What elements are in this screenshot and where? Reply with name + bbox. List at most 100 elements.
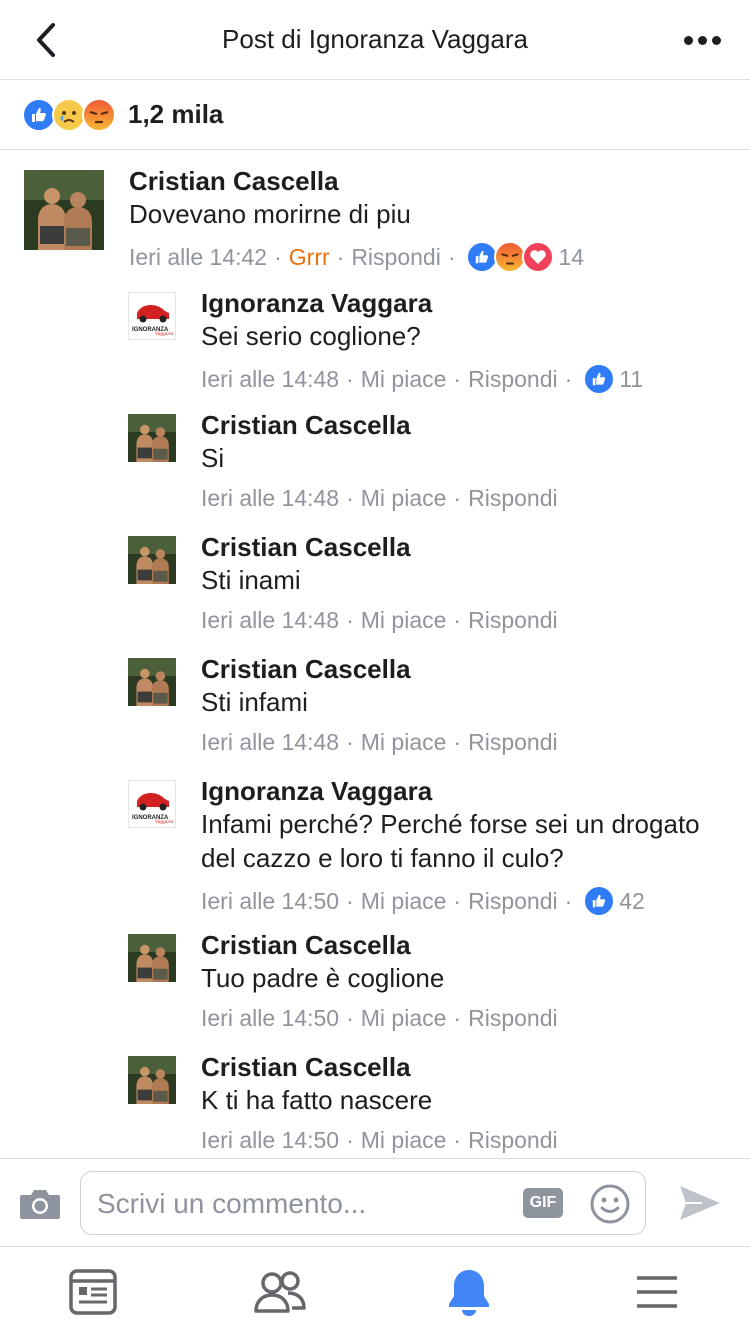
comment-author[interactable]: Cristian Cascella	[129, 166, 339, 197]
camera-icon[interactable]	[18, 1185, 62, 1221]
person-photo	[128, 934, 176, 982]
comment-reaction-count: 14	[558, 243, 585, 270]
svg-text:Vaggara: Vaggara	[155, 331, 174, 337]
separator-dot: ·	[346, 485, 354, 511]
comment-meta: Ieri alle 14:48 · Mi piace · Rispondi	[201, 485, 558, 512]
reply-link[interactable]: Rispondi	[351, 244, 441, 271]
gif-button[interactable]: GIF	[523, 1188, 563, 1218]
separator-dot: ·	[346, 1127, 354, 1153]
reaction-action-link[interactable]: Mi piace	[361, 1127, 447, 1154]
separator-dot: ·	[453, 729, 462, 755]
comment-meta: Ieri alle 14:48 · Mi piace · Rispondi · 11	[201, 363, 643, 395]
avatar[interactable]	[128, 536, 176, 584]
separator-dot: ·	[346, 1005, 354, 1031]
separator-dot: ·	[453, 887, 462, 914]
emoji-icon[interactable]	[589, 1183, 631, 1225]
comment-timestamp[interactable]: Ieri alle 14:50	[201, 1005, 339, 1032]
comment-text: K ti ha fatto nascere	[201, 1085, 433, 1115]
person-photo	[128, 1056, 176, 1104]
reaction-action-link[interactable]: Mi piace	[361, 888, 447, 915]
reply-link[interactable]: Rispondi	[468, 607, 558, 634]
separator-dot: ·	[336, 243, 345, 270]
page-logo: IGNORANZA Vaggara	[129, 293, 175, 339]
reaction-action-link[interactable]: Mi piace	[361, 1005, 447, 1032]
dot-icon	[711, 35, 721, 45]
header: Post di Ignoranza Vaggara	[0, 0, 750, 80]
reaction-action-link[interactable]: Mi piace	[361, 729, 447, 756]
dot-icon	[683, 35, 693, 45]
comment-input-box[interactable]: GIF	[80, 1171, 646, 1235]
separator-dot: ·	[453, 485, 462, 511]
more-options-button[interactable]	[680, 22, 724, 58]
avatar[interactable]	[24, 170, 104, 250]
comment-timestamp[interactable]: Ieri alle 14:48	[201, 485, 339, 512]
like-reaction-icon	[583, 363, 616, 395]
tab-friends[interactable]	[254, 1267, 306, 1317]
comment-timestamp[interactable]: Ieri alle 14:48	[201, 366, 339, 393]
avatar[interactable]: IGNORANZA Vaggara	[128, 780, 176, 828]
reaction-action-link[interactable]: Mi piace	[361, 366, 447, 393]
person-photo	[24, 170, 104, 250]
separator-dot: ·	[564, 365, 573, 392]
reaction-action-link[interactable]: Mi piace	[361, 485, 447, 512]
comment-timestamp[interactable]: Ieri alle 14:42	[129, 244, 267, 271]
comment-text: Dovevano morirne di piu	[129, 199, 411, 229]
reaction-action-link[interactable]: Grrr	[289, 244, 330, 271]
reaction-icons	[22, 98, 116, 132]
news-feed-icon	[69, 1269, 117, 1315]
comment-reactions[interactable]: 11	[583, 363, 643, 395]
comment-reactions[interactable]: 14	[466, 241, 584, 273]
reactions-summary[interactable]: 1,2 mila	[0, 80, 750, 150]
avatar[interactable]	[128, 1056, 176, 1104]
comment-meta: Ieri alle 14:50 · Mi piace · Rispondi · 42	[201, 885, 645, 917]
comment-meta: Ieri alle 14:48 · Mi piace · Rispondi	[201, 607, 558, 634]
comment-text: Si	[201, 443, 225, 473]
reply-link[interactable]: Rispondi	[468, 729, 558, 756]
reply-link[interactable]: Rispondi	[468, 888, 558, 915]
notifications-icon	[449, 1270, 489, 1316]
tab-notifications[interactable]	[443, 1267, 495, 1317]
avatar[interactable]: IGNORANZA Vaggara	[128, 292, 176, 340]
comment-author[interactable]: Cristian Cascella	[201, 532, 411, 563]
separator-dot: ·	[346, 729, 354, 755]
avatar[interactable]	[128, 658, 176, 706]
comment-author[interactable]: Cristian Cascella	[201, 410, 411, 441]
tab-bar	[0, 1246, 750, 1334]
page-title: Post di Ignoranza Vaggara	[222, 24, 528, 54]
compose-bar: GIF	[0, 1158, 750, 1246]
send-icon[interactable]	[678, 1183, 722, 1223]
person-photo	[128, 536, 176, 584]
comment-timestamp[interactable]: Ieri alle 14:50	[201, 888, 339, 915]
tab-menu[interactable]	[631, 1267, 683, 1317]
comment-author[interactable]: Ignoranza Vaggara	[201, 776, 432, 807]
sad-reaction-icon	[52, 98, 86, 132]
friends-icon	[254, 1271, 306, 1313]
comment-input[interactable]	[97, 1184, 517, 1224]
page-logo: IGNORANZA Vaggara	[129, 781, 175, 827]
reply-link[interactable]: Rispondi	[468, 1005, 558, 1032]
like-reaction-icon	[583, 885, 616, 917]
comment-meta: Ieri alle 14:50 · Mi piace · Rispondi	[201, 1127, 558, 1154]
comment-author[interactable]: Cristian Cascella	[201, 930, 411, 961]
comment-author[interactable]: Ignoranza Vaggara	[201, 288, 432, 319]
reaction-action-link[interactable]: Mi piace	[361, 607, 447, 634]
comment-author[interactable]: Cristian Cascella	[201, 654, 411, 685]
comment-timestamp[interactable]: Ieri alle 14:48	[201, 729, 339, 756]
comment-author[interactable]: Cristian Cascella	[201, 1052, 411, 1083]
separator-dot: ·	[453, 1127, 462, 1153]
avatar[interactable]	[128, 414, 176, 462]
reply-link[interactable]: Rispondi	[468, 485, 558, 512]
avatar[interactable]	[128, 934, 176, 982]
tab-news-feed[interactable]	[67, 1267, 119, 1317]
comment-reaction-count: 42	[619, 887, 645, 914]
svg-text:Vaggara: Vaggara	[155, 819, 174, 825]
separator-dot: ·	[447, 243, 456, 270]
reply-link[interactable]: Rispondi	[468, 1127, 558, 1154]
reply-link[interactable]: Rispondi	[468, 366, 558, 393]
separator-dot: ·	[453, 1005, 462, 1031]
comment-timestamp[interactable]: Ieri alle 14:48	[201, 607, 339, 634]
comment-timestamp[interactable]: Ieri alle 14:50	[201, 1127, 339, 1154]
separator-dot: ·	[346, 607, 354, 633]
comment-reactions[interactable]: 42	[583, 885, 645, 917]
menu-icon	[637, 1276, 677, 1308]
